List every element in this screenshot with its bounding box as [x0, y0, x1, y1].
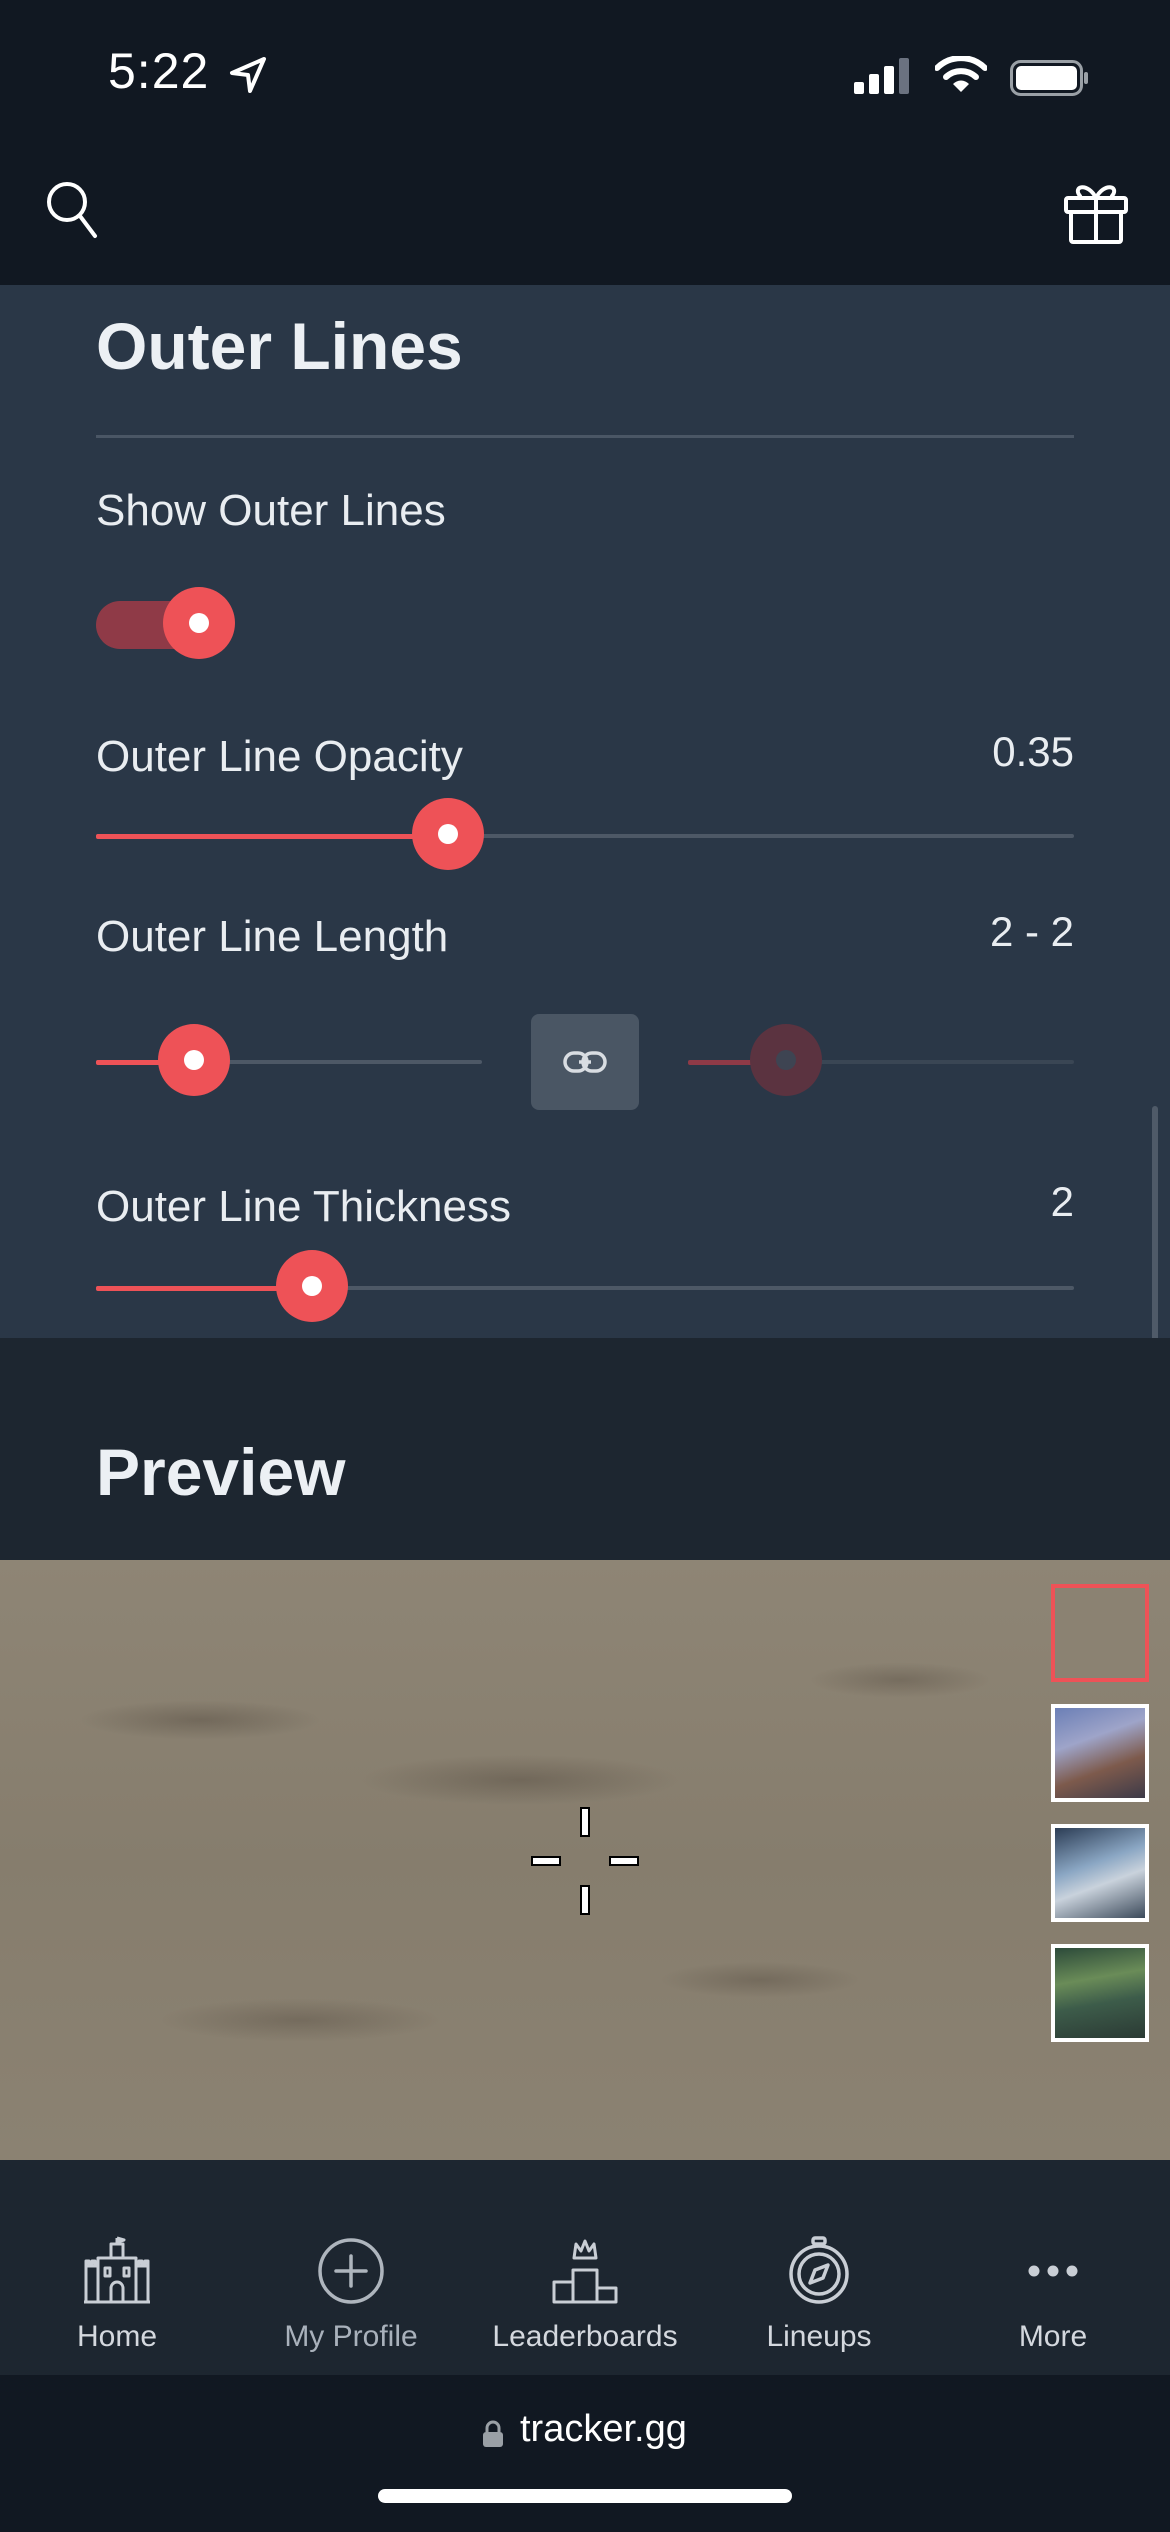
outer-line-length-label: Outer Line Length — [96, 912, 449, 961]
thickness-slider-thumb[interactable] — [276, 1250, 348, 1322]
tab-my-profile-label: My Profile — [284, 2320, 418, 2353]
outer-line-thickness-value: 2 — [1050, 1178, 1074, 1225]
outer-line-opacity-value: 0.35 — [992, 728, 1074, 775]
home-indicator — [378, 2489, 792, 2503]
toggle-knob[interactable] — [163, 587, 235, 659]
cellular-signal-icon — [854, 58, 912, 99]
length-slider-1-thumb[interactable] — [158, 1024, 230, 1096]
plus-circle-icon — [318, 2238, 384, 2304]
castle-icon — [84, 2236, 150, 2304]
top-navigation-bar — [0, 150, 1170, 285]
lock-icon — [482, 2420, 504, 2453]
more-dots-icon — [1028, 2265, 1078, 2277]
wifi-icon — [934, 55, 988, 99]
preview-title: Preview — [96, 1435, 346, 1509]
tab-lineups[interactable]: Lineups — [702, 2230, 936, 2360]
map-thumbnail-2[interactable] — [1051, 1704, 1149, 1802]
length-slider-2-thumb-disabled — [750, 1024, 822, 1096]
tab-lineups-label: Lineups — [766, 2320, 872, 2353]
preview-footer — [0, 2160, 1170, 2210]
tab-leaderboards[interactable]: Leaderboards — [468, 2230, 702, 2360]
opacity-slider-fill — [96, 834, 448, 839]
link-lengths-button[interactable] — [531, 1014, 639, 1110]
tab-more-label: More — [1018, 2320, 1088, 2353]
map-thumbnail-plain-selected[interactable] — [1051, 1584, 1149, 1682]
map-thumbnail-4[interactable] — [1051, 1944, 1149, 2042]
link-icon — [563, 1051, 607, 1073]
outer-line-opacity-label: Outer Line Opacity — [96, 732, 463, 781]
location-arrow-icon — [228, 55, 268, 100]
outer-line-length-value: 2 - 2 — [989, 908, 1074, 955]
compass-icon — [789, 2236, 849, 2304]
show-outer-lines-label: Show Outer Lines — [96, 486, 446, 535]
tab-home-label: Home — [76, 2320, 158, 2353]
tab-my-profile[interactable]: My Profile — [234, 2230, 468, 2360]
section-divider — [96, 435, 1074, 438]
battery-icon — [1010, 60, 1090, 101]
url-text[interactable]: tracker.gg — [520, 2408, 687, 2451]
tab-home[interactable]: Home — [0, 2230, 234, 2360]
map-thumbnail-3[interactable] — [1051, 1824, 1149, 1922]
tab-more[interactable]: More — [936, 2230, 1170, 2360]
search-icon[interactable] — [45, 180, 101, 247]
opacity-slider-thumb[interactable] — [412, 798, 484, 870]
podium-icon — [552, 2239, 618, 2304]
crosshair-preview — [530, 1806, 640, 1921]
gift-icon[interactable] — [1062, 180, 1130, 251]
tab-leaderboards-label: Leaderboards — [492, 2320, 678, 2353]
section-title: Outer Lines — [96, 309, 463, 383]
browser-url-bar[interactable] — [0, 2375, 1170, 2532]
outer-line-thickness-label: Outer Line Thickness — [96, 1182, 511, 1231]
status-time: 5:22 — [108, 43, 210, 99]
